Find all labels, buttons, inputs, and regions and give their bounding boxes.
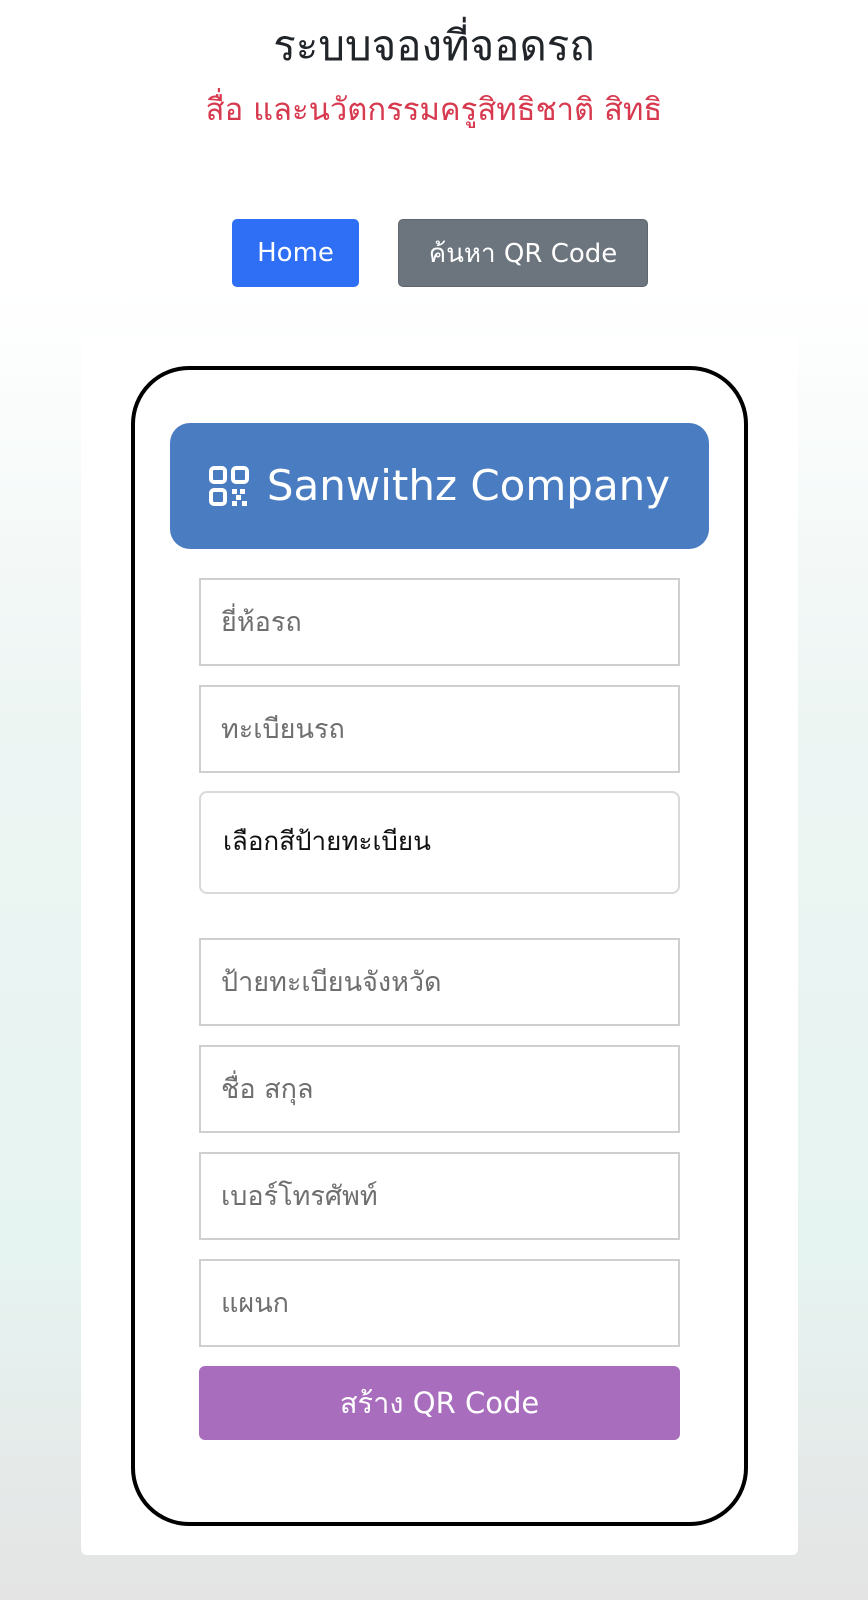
brand-name: Sanwithz Company <box>266 461 671 510</box>
car-brand-input[interactable] <box>199 578 680 666</box>
license-plate-input[interactable] <box>199 685 680 773</box>
department-input[interactable] <box>199 1259 680 1347</box>
phone-input[interactable] <box>199 1152 680 1240</box>
plate-color-select[interactable]: เลือกสีป้ายทะเบียน <box>199 791 680 894</box>
plate-province-input[interactable] <box>199 938 680 1026</box>
qr-code-icon <box>208 466 249 506</box>
full-name-input[interactable] <box>199 1045 680 1133</box>
home-button[interactable]: Home <box>232 219 359 287</box>
create-qr-button[interactable]: สร้าง QR Code <box>199 1366 680 1440</box>
search-qr-button[interactable]: ค้นหา QR Code <box>398 219 648 287</box>
page-title: ระบบจองที่จอดรถ <box>273 21 595 70</box>
brand-header: Sanwithz Company <box>170 423 709 549</box>
page-subtitle: สื่อ และนวัตกรรมครูสิทธิชาติ สิทธิ <box>205 92 663 128</box>
nav-bar: Home ค้นหา QR Code <box>0 219 868 287</box>
